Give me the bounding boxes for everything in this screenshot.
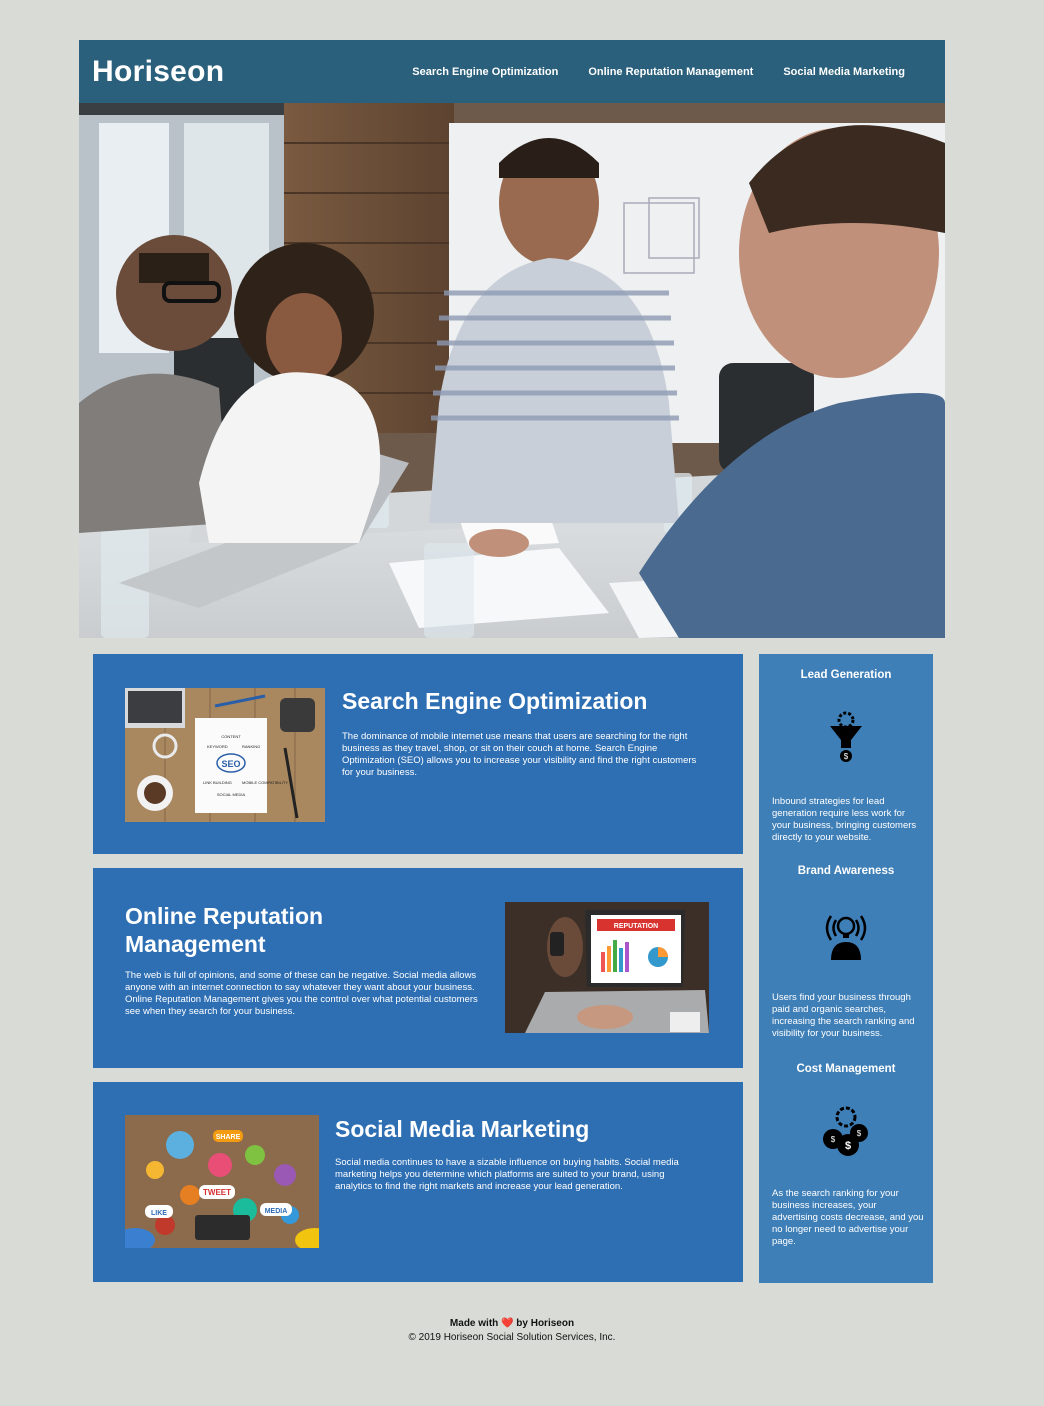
svg-text:$: $: [857, 1129, 862, 1138]
broadcast-person-icon: [825, 915, 867, 960]
made-with-suffix: by Horiseon: [516, 1318, 575, 1329]
site-logo[interactable]: Horiseon: [92, 55, 224, 89]
site-header: Horiseon Search Engine Optimization Onli…: [79, 40, 945, 103]
seo-description: The dominance of mobile internet use mea…: [342, 731, 697, 778]
share-label: SHARE: [216, 1134, 241, 1141]
made-with-line: Made with ❤️ by Horiseon: [0, 1317, 1024, 1331]
brand-awareness-title: Brand Awareness: [797, 865, 895, 877]
svg-text:CONTENT: CONTENT: [221, 734, 241, 739]
like-label: LIKE: [151, 1210, 167, 1217]
hero-image: [79, 103, 945, 638]
svg-text:SOCIAL MEDIA: SOCIAL MEDIA: [217, 792, 246, 797]
reputation-title: Online Reputation Management: [125, 902, 323, 958]
seo-image: SEO CONTENT KEYWORD RANKING LINK BUILDIN…: [125, 688, 325, 822]
social-media-description: Social media continues to have a sizable…: [335, 1157, 679, 1192]
reputation-description: The web is full of opinions, and some of…: [125, 970, 478, 1017]
site-footer: Made with ❤️ by Horiseon © 2019 Horiseon…: [0, 1317, 1024, 1345]
main-nav: Search Engine Optimization Online Reputa…: [412, 66, 905, 78]
svg-text:LINK BUILDING: LINK BUILDING: [203, 780, 232, 785]
social-media-card: SHARE TWEET LIKE MEDIA Social Media Mark…: [93, 1082, 743, 1282]
nav-link-seo[interactable]: Search Engine Optimization: [412, 66, 558, 78]
funnel-icon: $: [830, 711, 862, 762]
coins-gear-icon: $ $ $: [823, 1106, 868, 1156]
cost-management-text: As the search ranking for your business …: [772, 1188, 924, 1247]
copyright-text: © 2019 Horiseon Social Solution Services…: [408, 1332, 616, 1343]
seo-card: SEO CONTENT KEYWORD RANKING LINK BUILDIN…: [93, 654, 743, 854]
svg-text:RANKING: RANKING: [242, 744, 260, 749]
lead-generation-title: Lead Generation: [800, 669, 892, 681]
social-media-image: SHARE TWEET LIKE MEDIA: [125, 1115, 319, 1248]
benefits-sidebar: Lead Generation $ Inbound strategies for…: [759, 654, 933, 1283]
tweet-label: TWEET: [203, 1188, 231, 1197]
hero-meeting-illustration: [79, 103, 945, 638]
reputation-title-line1: Online Reputation: [125, 903, 324, 929]
svg-text:KEYWORD: KEYWORD: [207, 744, 228, 749]
social-media-title: Social Media Marketing: [335, 1116, 590, 1142]
reputation-title-line2: Management: [125, 931, 266, 957]
svg-text:$: $: [844, 752, 849, 761]
reputation-image: REPUTATION: [505, 902, 709, 1033]
seo-image-label: SEO: [221, 759, 240, 769]
made-with-prefix: Made with: [449, 1318, 499, 1329]
nav-link-reputation[interactable]: Online Reputation Management: [588, 66, 753, 78]
cost-management-title: Cost Management: [796, 1063, 896, 1075]
svg-text:$: $: [845, 1140, 851, 1152]
heart-icon: ❤️: [501, 1318, 514, 1329]
media-label: MEDIA: [265, 1208, 288, 1215]
nav-link-social-media[interactable]: Social Media Marketing: [783, 66, 905, 78]
reputation-image-label: REPUTATION: [614, 923, 658, 930]
svg-text:MOBILE COMPATIBILITY: MOBILE COMPATIBILITY: [242, 780, 288, 785]
brand-awareness-text: Users find your business through paid an…: [772, 992, 915, 1039]
reputation-card: Online Reputation Management The web is …: [93, 868, 743, 1068]
svg-text:$: $: [831, 1135, 836, 1144]
lead-generation-text: Inbound strategies for lead generation r…: [772, 796, 917, 843]
seo-title: Search Engine Optimization: [342, 688, 648, 714]
